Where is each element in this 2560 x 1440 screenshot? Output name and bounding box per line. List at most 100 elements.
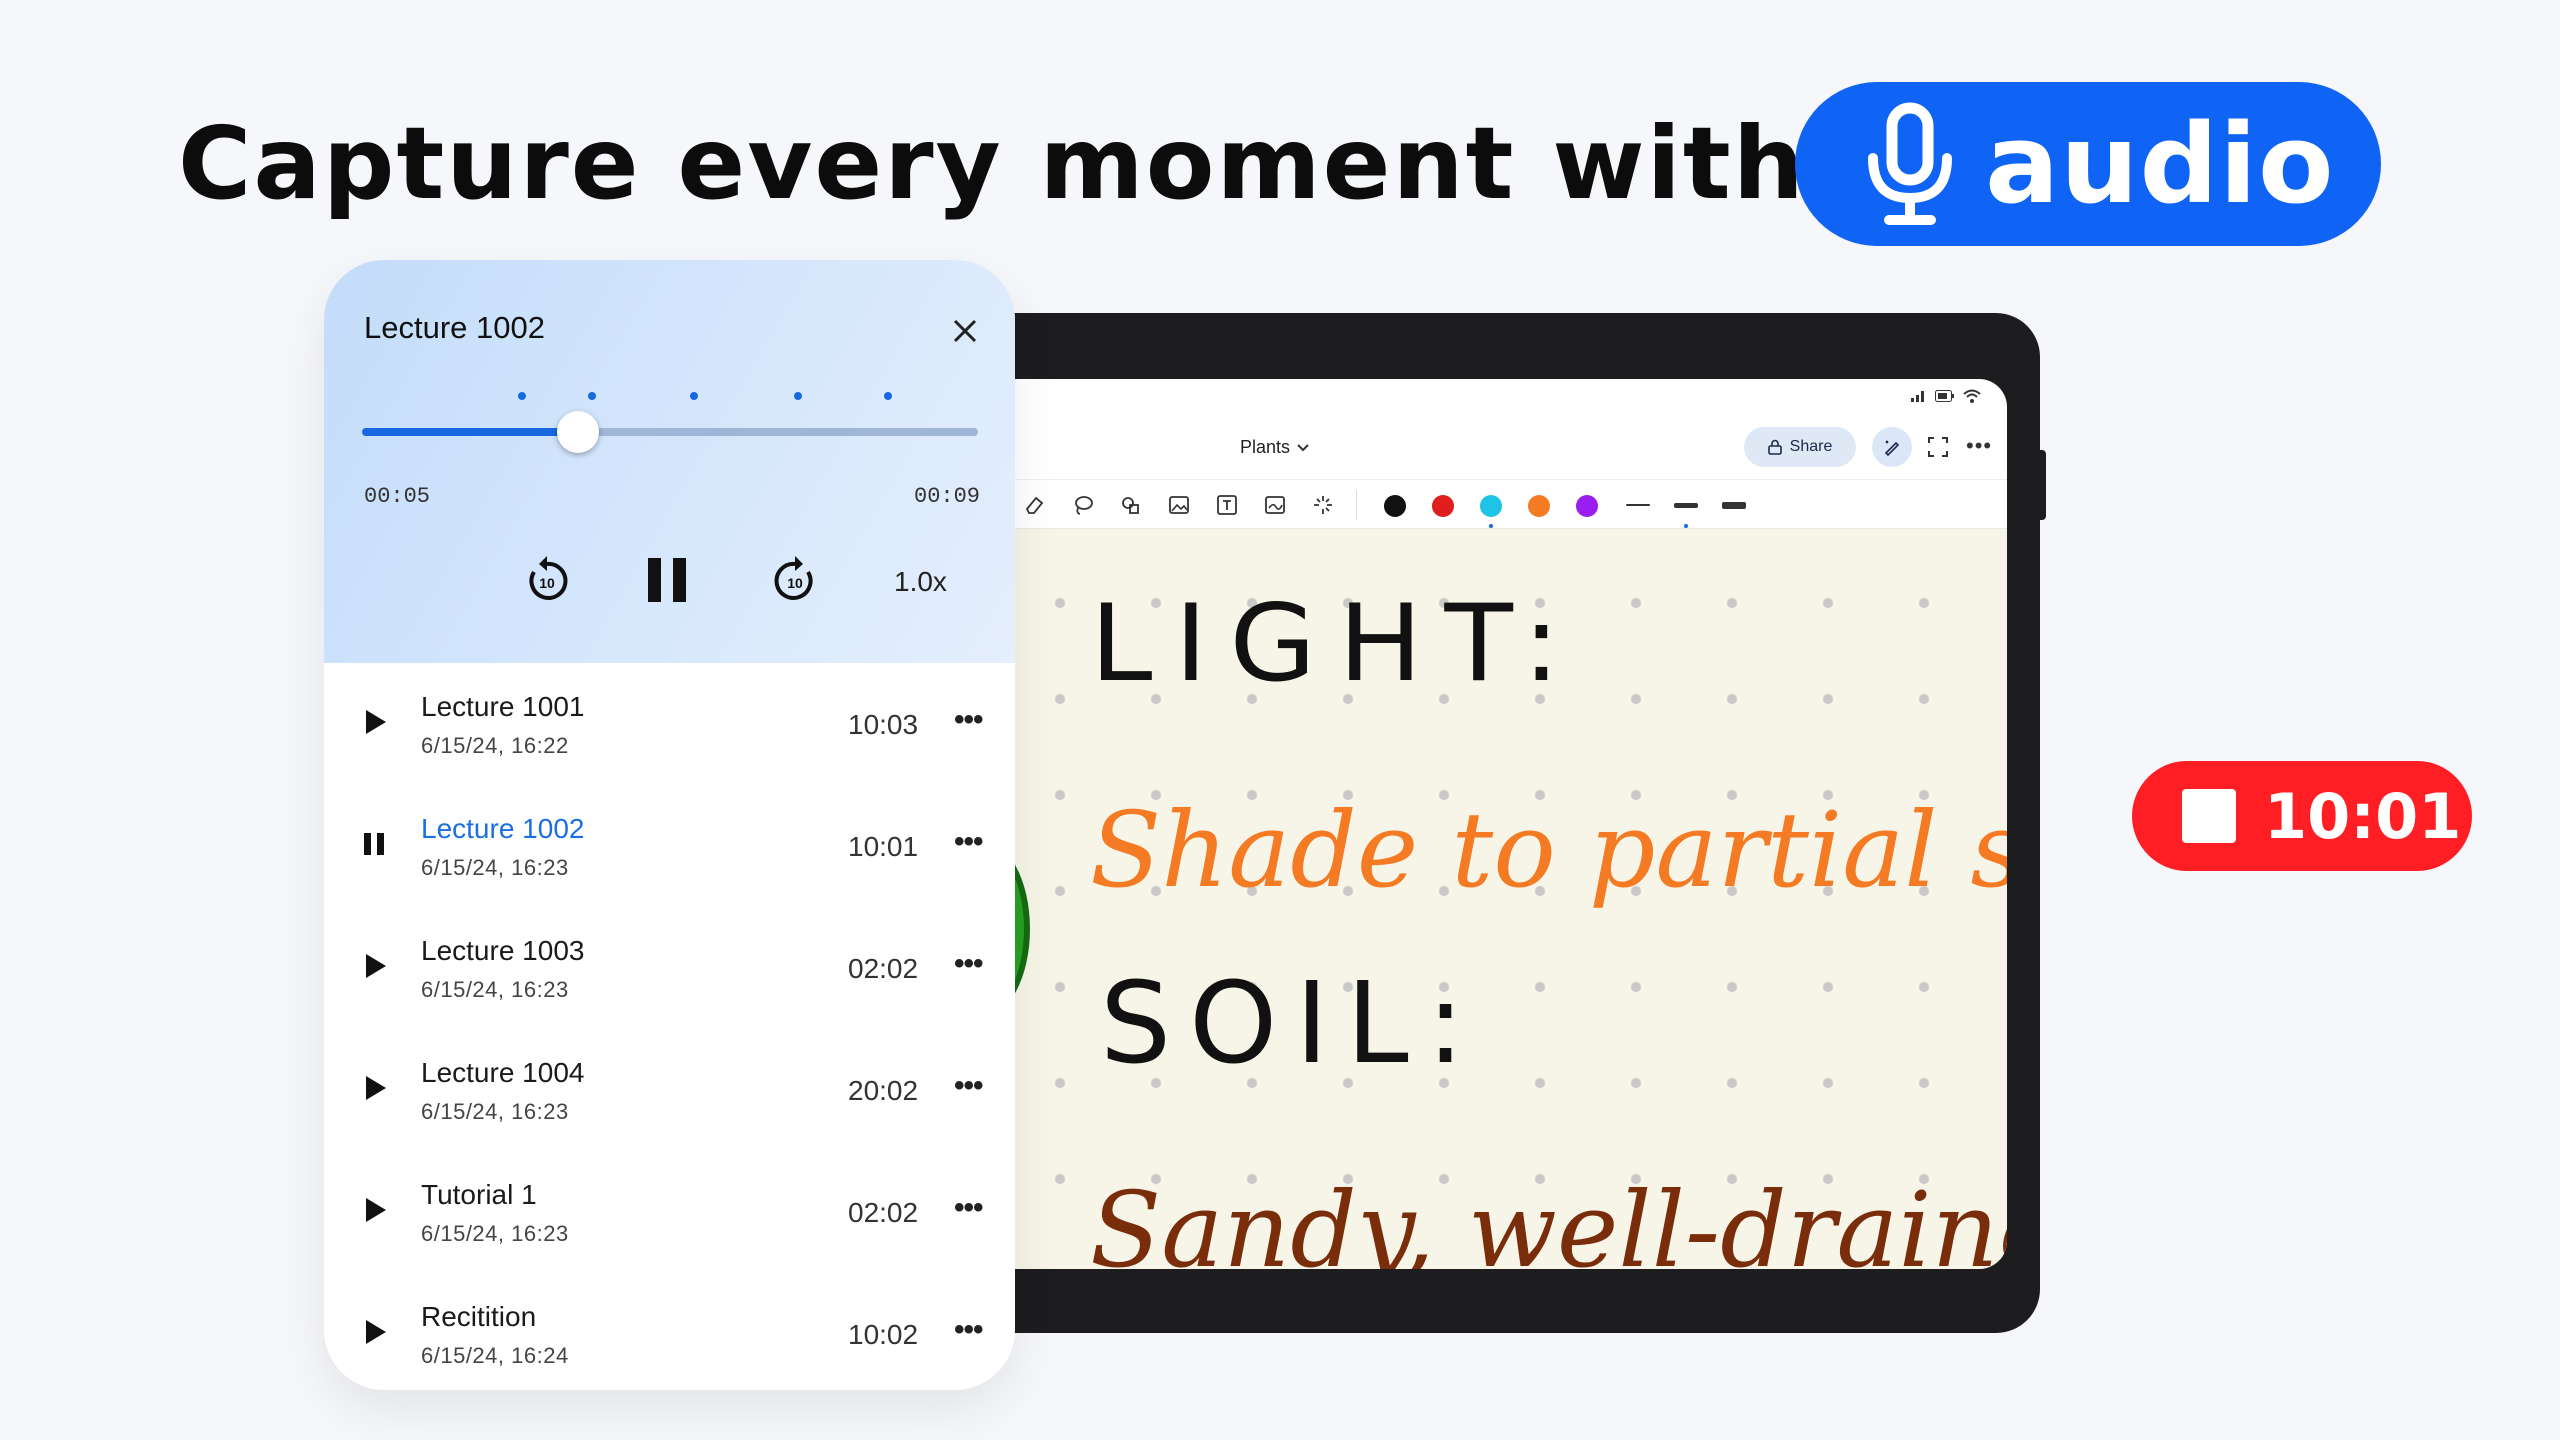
headline-text: Capture every moment with [178,104,1806,222]
elapsed-time: 00:05 [364,484,431,509]
lasso-icon[interactable] [1072,494,1094,516]
laser-pointer-icon[interactable] [1312,494,1334,516]
pause-icon[interactable] [644,552,690,608]
recording-row[interactable]: Tutorial 1 6/15/24, 16:23 02:02 ••• [324,1151,1015,1273]
more-options-icon[interactable]: ••• [1966,433,1992,459]
chevron-down-icon [1297,443,1309,451]
recording-date: 6/15/24, 16:23 [421,977,569,1002]
color-swatch-black[interactable] [1384,495,1406,517]
selected-stroke-indicator [1684,524,1688,528]
seek-bar-progress [362,428,578,436]
recording-name: Lecture 1004 [421,1057,585,1088]
bookmark-marker[interactable] [588,392,596,400]
wifi-icon [1963,389,1981,403]
stroke-medium[interactable] [1674,503,1698,508]
recording-row[interactable]: Lecture 1002 6/15/24, 16:23 10:01 ••• [324,785,1015,907]
text-icon[interactable] [1216,494,1238,516]
fullscreen-icon[interactable] [1926,435,1950,459]
recording-row[interactable]: Lecture 1004 6/15/24, 16:23 20:02 ••• [324,1029,1015,1151]
now-playing-title: Lecture 1002 [364,310,545,345]
recording-time: 10:01 [2264,779,2462,853]
lock-icon [1767,439,1782,455]
forward-10-icon[interactable]: 10 [770,552,820,608]
now-playing-section: Lecture 1002 00:05 00:09 10 10 1.0x [324,260,1015,663]
recording-date: 6/15/24, 16:23 [421,855,569,880]
shapes-icon[interactable] [1120,494,1142,516]
recording-date: 6/15/24, 16:22 [421,733,569,758]
stop-icon [2182,789,2236,843]
more-options-icon[interactable]: ••• [954,1069,983,1103]
bookmark-marker[interactable] [518,392,526,400]
stroke-thick[interactable] [1722,502,1746,509]
tablet-side-button [2040,450,2046,520]
seek-bar[interactable] [362,411,978,453]
eraser-icon[interactable] [1024,494,1046,516]
playback-speed-button[interactable]: 1.0x [894,566,947,598]
headline: Capture every moment with [178,98,1806,228]
color-swatch-red[interactable] [1432,495,1454,517]
recording-name: Lecture 1003 [421,935,585,966]
recording-duration: 10:02 [848,1319,919,1350]
microphone-icon [1868,102,1952,225]
document-title: Plants [1240,437,1291,457]
recording-duration: 02:02 [848,1197,919,1228]
pen-mode-button[interactable] [1872,427,1912,467]
toolbar-divider [1356,490,1357,520]
image-icon[interactable] [1168,494,1190,516]
sticker-icon[interactable] [1264,494,1286,516]
audio-player-panel: Lecture 1002 00:05 00:09 10 10 1.0x Lect… [324,260,1015,1390]
selected-color-indicator [1489,524,1493,528]
play-icon[interactable] [362,1073,388,1103]
seek-bar-thumb[interactable] [557,411,599,453]
audio-pill: audio [1795,82,2381,246]
recording-duration: 10:03 [848,709,919,740]
bookmark-marker[interactable] [884,392,892,400]
color-swatch-orange[interactable] [1528,495,1550,517]
color-swatch-purple[interactable] [1576,495,1598,517]
stroke-thin[interactable] [1626,504,1650,506]
close-icon[interactable] [950,316,980,346]
more-options-icon[interactable]: ••• [954,825,983,859]
app-bar: Plants Share ••• [1000,419,2007,479]
play-icon[interactable] [362,951,388,981]
recording-timer-badge[interactable]: 10:01 [2132,761,2472,871]
color-swatch-cyan[interactable] [1480,495,1502,517]
status-bar [1911,389,1981,403]
drawing-toolbar [1000,479,2007,529]
more-options-icon[interactable]: ••• [954,703,983,737]
bookmark-marker[interactable] [794,392,802,400]
recording-date: 6/15/24, 16:23 [421,1099,569,1124]
recording-row[interactable]: Lecture 1003 6/15/24, 16:23 02:02 ••• [324,907,1015,1029]
play-icon[interactable] [362,1195,388,1225]
rewind-10-icon[interactable]: 10 [522,552,572,608]
svg-text:10: 10 [539,575,555,591]
recording-duration: 02:02 [848,953,919,984]
svg-text:10: 10 [787,575,803,591]
share-label: Share [1789,438,1833,455]
signal-icon [1911,391,1924,402]
tablet-screen: Plants Share ••• LIGHT: Shade to partial… [1000,379,2007,1269]
recording-duration: 20:02 [848,1075,919,1106]
note-canvas[interactable]: LIGHT: Shade to partial sun SOIL: Sandy,… [1000,529,2007,1269]
play-icon[interactable] [362,1317,388,1347]
recording-row[interactable]: Lecture 1001 6/15/24, 16:22 10:03 ••• [324,663,1015,785]
share-button[interactable]: Share [1744,427,1856,467]
recording-date: 6/15/24, 16:24 [421,1343,569,1368]
recording-duration: 10:01 [848,831,919,862]
recording-name: Lecture 1001 [421,691,585,722]
recording-name: Lecture 1002 [421,813,585,844]
more-options-icon[interactable]: ••• [954,1313,983,1347]
bookmark-marker[interactable] [690,392,698,400]
recording-name: Recitition [421,1301,537,1332]
audio-label: audio [1985,100,2335,228]
more-options-icon[interactable]: ••• [954,947,983,981]
document-title-dropdown[interactable]: Plants [1240,437,1310,458]
battery-icon [1935,390,1954,402]
handwriting-soil: SOIL: [1100,959,1483,1089]
more-options-icon[interactable]: ••• [954,1191,983,1225]
recording-row[interactable]: Recitition 6/15/24, 16:24 10:02 ••• [324,1273,1015,1390]
pause-icon[interactable] [362,829,388,859]
handwriting-shade: Shade to partial sun [1090,789,2007,911]
handwriting-light: LIGHT: [1090,582,1583,706]
play-icon[interactable] [362,707,388,737]
